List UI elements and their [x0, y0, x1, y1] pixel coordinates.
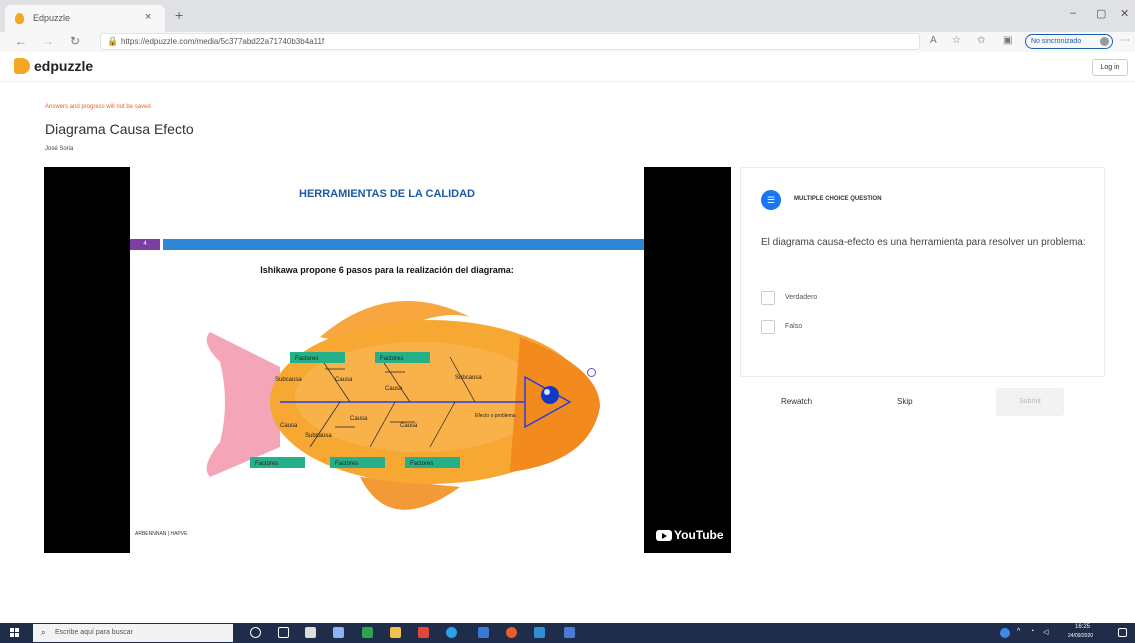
url-text: https://edpuzzle.com/media/5c377abd22a71… [121, 37, 325, 46]
store-icon[interactable] [305, 627, 316, 638]
answer-label[interactable]: Falso [785, 323, 802, 330]
edge-icon[interactable] [446, 627, 457, 638]
fishbone-diagram-image: Factores Factores Factores Factores Fact… [206, 301, 600, 510]
browser-tab[interactable]: Edpuzzle × [5, 5, 165, 32]
author-name: José Soria [45, 146, 74, 152]
causa-label: Causa [385, 386, 403, 392]
refresh-icon[interactable]: ↻ [70, 34, 80, 48]
causa-label: Causa [350, 416, 368, 422]
cortana-icon[interactable] [250, 627, 261, 638]
read-aloud-icon[interactable]: A [930, 35, 937, 46]
question-marker-icon[interactable] [587, 368, 596, 377]
factor-label: Factores [295, 356, 318, 362]
subcausa-label: Subcausa [305, 433, 332, 439]
close-window-button[interactable]: ✕ [1120, 7, 1129, 20]
youtube-play-icon [656, 530, 672, 542]
fish-eye [541, 386, 559, 404]
factor-label: Factores [335, 461, 358, 467]
login-button[interactable]: Log in [1092, 59, 1128, 76]
taskbar-search-input[interactable]: ⌕ Escribe aquí para buscar [33, 624, 233, 642]
forward-icon[interactable]: → [42, 34, 54, 48]
file-explorer-icon[interactable] [390, 627, 401, 638]
question-panel: ☰ MULTIPLE CHOICE QUESTION El diagrama c… [740, 167, 1105, 377]
slide-number: 4 [130, 239, 160, 250]
question-list-icon: ☰ [761, 190, 781, 210]
favorite-star-icon[interactable]: ☆ [952, 35, 961, 46]
photos-icon[interactable] [418, 627, 429, 638]
mail-icon[interactable] [478, 627, 489, 638]
collections-icon[interactable]: ▣ [1003, 35, 1012, 46]
lock-icon: 🔒 [107, 36, 119, 46]
answer-label[interactable]: Verdadero [785, 294, 817, 301]
factor-label: Factores [380, 356, 403, 362]
causa-label: Causa [280, 423, 298, 429]
teams-icon[interactable] [333, 627, 344, 638]
taskbar-date[interactable]: 24/09/2020 [1068, 633, 1093, 639]
windows-taskbar: ⌕ Escribe aquí para buscar ^ ◔ ◁ 16:25 2… [0, 623, 1135, 643]
wifi-icon[interactable]: ◔ [1030, 628, 1034, 635]
factor-label: Factores [410, 461, 433, 467]
slide-subtitle: Ishikawa propone 6 pasos para la realiza… [260, 265, 514, 275]
favorites-icon[interactable]: ✩ [977, 35, 985, 46]
progress-warning: Answers and progress will not be saved [45, 104, 151, 110]
word-icon[interactable] [564, 627, 575, 638]
search-icon: ⌕ [41, 628, 46, 637]
maximize-button[interactable]: ▢ [1096, 7, 1106, 20]
url-field[interactable]: 🔒 https://edpuzzle.com/media/5c377abd22a… [100, 33, 920, 50]
question-type-label: MULTIPLE CHOICE QUESTION [794, 196, 882, 202]
avatar-icon [1100, 37, 1109, 46]
edge-beta-icon[interactable] [534, 627, 545, 638]
excel-icon[interactable] [362, 627, 373, 638]
chrome-icon[interactable] [506, 627, 517, 638]
youtube-logo[interactable]: YouTube [656, 528, 724, 542]
slide-footer: ARBENNNAN | HAPVE [135, 531, 188, 537]
submit-button[interactable]: Submit [996, 388, 1064, 416]
windows-start-icon[interactable] [10, 628, 20, 638]
fish-head [510, 337, 600, 472]
slide-header-bar [163, 239, 644, 250]
minimize-button[interactable]: – [1070, 7, 1076, 19]
taskbar-time[interactable]: 16:25 [1075, 624, 1090, 630]
causa-label: Causa [400, 423, 418, 429]
profile-sync-button[interactable]: No sincronizado [1025, 34, 1113, 49]
fish-tail [206, 332, 280, 477]
page-title: Diagrama Causa Efecto [45, 121, 194, 137]
rewatch-button[interactable]: Rewatch [781, 397, 812, 406]
youtube-label: YouTube [674, 528, 724, 542]
app-header: edpuzzle Log in [0, 52, 1135, 82]
task-view-icon[interactable] [278, 627, 289, 638]
skip-button[interactable]: Skip [897, 397, 913, 406]
edpuzzle-logo-icon[interactable] [14, 58, 30, 74]
answer-checkbox[interactable] [761, 291, 775, 305]
taskbar-search-placeholder: Escribe aquí para buscar [55, 629, 133, 636]
notifications-icon[interactable] [1118, 628, 1127, 637]
video-player[interactable]: HERRAMIENTAS DE LA CALIDAD 4 Ishikawa pr… [44, 167, 731, 553]
back-icon[interactable]: ← [15, 34, 27, 48]
browser-tab-strip: Edpuzzle × + – ▢ ✕ [0, 0, 1135, 32]
tab-close-button[interactable]: × [145, 11, 151, 23]
no-sync-label: No sincronizado [1031, 38, 1082, 45]
causa-label: Causa [335, 377, 353, 383]
subcausa-label: Subcausa [275, 377, 302, 383]
address-bar-row: ← → ↻ 🔒 https://edpuzzle.com/media/5c377… [0, 32, 1135, 52]
subcausa-label: Subcausa [455, 375, 482, 381]
question-text: El diagrama causa-efecto es una herramie… [761, 237, 1086, 248]
tray-app-icon[interactable] [1000, 628, 1010, 638]
effect-label: Efecto o problema [475, 413, 516, 419]
video-slide: HERRAMIENTAS DE LA CALIDAD 4 Ishikawa pr… [130, 167, 644, 553]
new-tab-button[interactable]: + [175, 7, 183, 23]
more-menu-icon[interactable]: ⋯ [1120, 35, 1130, 46]
fish-eye-shine [544, 389, 550, 395]
factor-label: Factores [255, 461, 278, 467]
edpuzzle-favicon-icon [15, 13, 24, 24]
volume-icon[interactable]: ◁ [1043, 628, 1048, 636]
answer-checkbox[interactable] [761, 320, 775, 334]
tab-title: Edpuzzle [33, 13, 71, 23]
slide-title: HERRAMIENTAS DE LA CALIDAD [299, 188, 475, 200]
tray-chevron-icon[interactable]: ^ [1017, 628, 1020, 635]
app-logo-text[interactable]: edpuzzle [34, 58, 93, 74]
